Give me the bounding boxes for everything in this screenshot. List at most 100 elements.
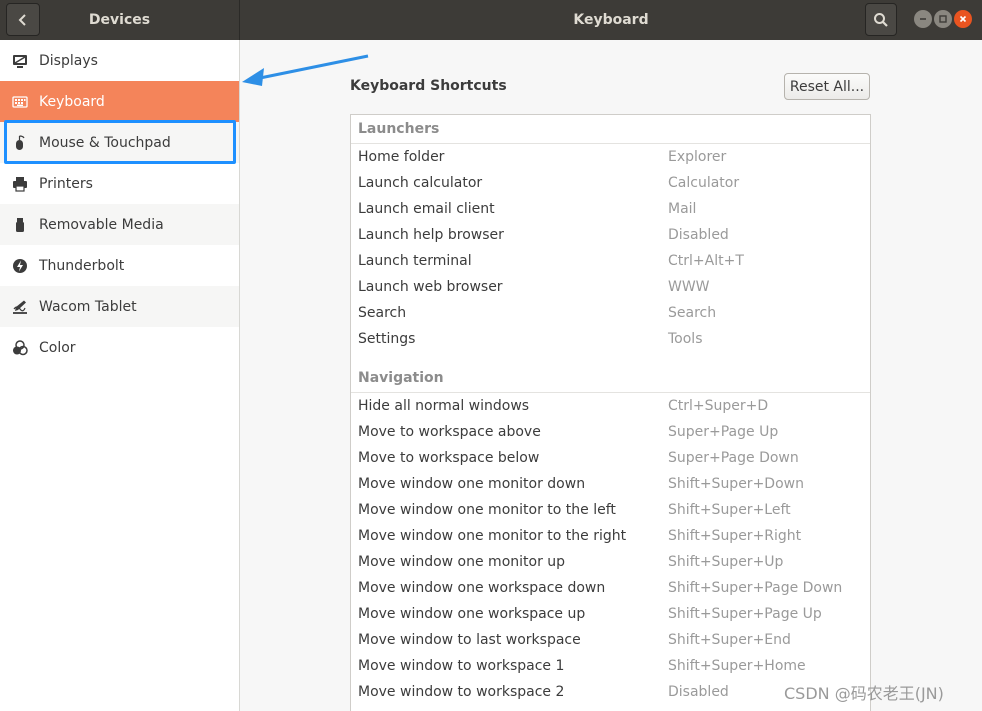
shortcut-key: Disabled (668, 684, 729, 700)
sidebar-item-label: Removable Media (39, 216, 164, 233)
shortcut-name: Move window to last workspace (358, 632, 581, 648)
shortcut-key: WWW (668, 279, 710, 295)
shortcut-name: Launch web browser (358, 279, 503, 295)
shortcut-key: Super+Page Down (668, 450, 799, 466)
sidebar-item-label: Color (39, 339, 76, 356)
thunderbolt-icon (12, 258, 28, 274)
section-header-navigation: Navigation (351, 364, 870, 393)
shortcut-name: Search (358, 305, 407, 321)
shortcut-row[interactable]: Search Search (351, 300, 870, 326)
sidebar-item-label: Thunderbolt (39, 257, 125, 274)
shortcut-key: Shift+Super+End (668, 632, 791, 648)
header-left: Devices (0, 0, 240, 40)
sidebar-item-removable-media[interactable]: Removable Media (0, 204, 239, 245)
minimize-button[interactable] (914, 10, 932, 28)
sidebar-item-label: Printers (39, 175, 93, 192)
shortcut-name: Move to workspace below (358, 450, 540, 466)
shortcut-row[interactable]: Move to workspace below Super+Page Down (351, 445, 870, 471)
shortcut-row[interactable]: Launch web browser WWW (351, 274, 870, 300)
shortcut-row[interactable]: Move window one monitor up Shift+Super+Up (351, 549, 870, 575)
shortcut-key: Super+Page Up (668, 424, 779, 440)
shortcuts-list: Launchers Home folder Explorer Launch cal… (350, 114, 871, 711)
shortcut-row[interactable]: Move window one monitor to the left Shift… (351, 497, 870, 523)
shortcut-row[interactable]: Move window to workspace 1 Shift+Super+Ho… (351, 653, 870, 679)
shortcut-row[interactable]: Launch terminal Ctrl+Alt+T (351, 248, 870, 274)
shortcut-key: Search (668, 305, 717, 321)
color-icon (12, 339, 28, 356)
display-icon (12, 53, 28, 69)
reset-all-button[interactable]: Reset All... (784, 73, 870, 100)
chevron-left-icon (18, 13, 26, 26)
shortcut-key: Shift+Super+Up (668, 554, 784, 570)
shortcut-row[interactable]: Move window to last workspace Shift+Super… (351, 627, 870, 653)
shortcut-row[interactable]: Home folder Explorer (351, 144, 870, 170)
shortcut-name: Move window one monitor up (358, 554, 566, 570)
shortcut-name: Move window one monitor to the left (358, 502, 616, 518)
tablet-icon (12, 299, 28, 315)
sidebar-item-keyboard[interactable]: Keyboard (0, 81, 239, 122)
sidebar-item-displays[interactable]: Displays (0, 40, 239, 81)
shortcut-row[interactable]: Settings Tools (351, 326, 870, 352)
shortcut-name: Move window to workspace 1 (358, 658, 565, 674)
sidebar-item-mouse-touchpad[interactable]: Mouse & Touchpad (0, 122, 239, 163)
sidebar-item-wacom-tablet[interactable]: Wacom Tablet (0, 286, 239, 327)
sidebar-item-color[interactable]: Color (0, 327, 239, 368)
shortcut-key: Shift+Super+Page Up (668, 606, 822, 622)
shortcut-row[interactable]: Launch calculator Calculator (351, 170, 870, 196)
sidebar-item-printers[interactable]: Printers (0, 163, 239, 204)
shortcut-key: Calculator (668, 175, 740, 191)
shortcut-key: Ctrl+Super+D (668, 398, 769, 414)
mouse-icon (12, 134, 28, 151)
page-title: Keyboard (573, 12, 649, 28)
shortcut-name: Move window one workspace up (358, 606, 586, 622)
shortcut-row[interactable]: Launch email client Mail (351, 196, 870, 222)
sidebar-item-label: Wacom Tablet (39, 298, 137, 315)
shortcut-key: Shift+Super+Right (668, 528, 802, 544)
shortcut-name: Move window one workspace down (358, 580, 606, 596)
shortcut-key: Shift+Super+Page Down (668, 580, 843, 596)
close-icon (959, 15, 967, 23)
close-button[interactable] (954, 10, 972, 28)
shortcut-row[interactable]: Move to workspace above Super+Page Up (351, 419, 870, 445)
shortcut-key: Shift+Super+Down (668, 476, 804, 492)
shortcut-row[interactable]: Launch help browser Disabled (351, 222, 870, 248)
shortcut-key: Ctrl+Alt+T (668, 253, 744, 269)
shortcut-name: Launch email client (358, 201, 495, 217)
header-bar: Devices Keyboard (0, 0, 982, 40)
back-button[interactable] (6, 3, 40, 36)
sidebar: Displays Keyboard Mouse & Touchpad Print… (0, 40, 240, 711)
sidebar-item-label: Keyboard (39, 93, 105, 110)
shortcut-row[interactable]: Move window one workspace down Shift+Supe… (351, 575, 870, 601)
shortcut-name: Move window one monitor down (358, 476, 586, 492)
section-title: Keyboard Shortcuts (350, 78, 507, 94)
shortcut-row[interactable]: Hide all normal windows Ctrl+Super+D (351, 393, 870, 419)
search-icon (874, 12, 888, 27)
main-panel: Keyboard Shortcuts Reset All... Launcher… (241, 40, 982, 711)
sidebar-item-label: Mouse & Touchpad (39, 134, 171, 151)
shortcut-key: Disabled (668, 227, 729, 243)
sidebar-item-thunderbolt[interactable]: Thunderbolt (0, 245, 239, 286)
shortcut-name: Launch calculator (358, 175, 483, 191)
shortcut-name: Hide all normal windows (358, 398, 530, 414)
search-button[interactable] (865, 3, 897, 36)
shortcut-key: Tools (668, 331, 703, 347)
printer-icon (12, 176, 28, 192)
shortcut-row[interactable]: Move window one workspace up Shift+Super+… (351, 601, 870, 627)
maximize-button[interactable] (934, 10, 952, 28)
shortcut-row[interactable]: Move window one monitor to the right Shif… (351, 523, 870, 549)
minimize-icon (920, 18, 926, 20)
shortcut-name: Move to workspace above (358, 424, 541, 440)
shortcut-key: Mail (668, 201, 697, 217)
shortcut-key: Explorer (668, 149, 727, 165)
watermark-text: CSDN @码农老王(JN) (784, 684, 944, 703)
settings-window: Devices Keyboard Displays Keyboard Mouse… (0, 0, 982, 711)
header-right: Keyboard (240, 0, 982, 40)
shortcut-name: Launch help browser (358, 227, 504, 243)
shortcut-key: Shift+Super+Left (668, 502, 791, 518)
sidebar-item-label: Displays (39, 52, 98, 69)
shortcut-name: Move window to workspace 2 (358, 684, 565, 700)
section-header-launchers: Launchers (351, 115, 870, 144)
usb-drive-icon (12, 217, 28, 233)
shortcut-row[interactable]: Move window one monitor down Shift+Super+… (351, 471, 870, 497)
